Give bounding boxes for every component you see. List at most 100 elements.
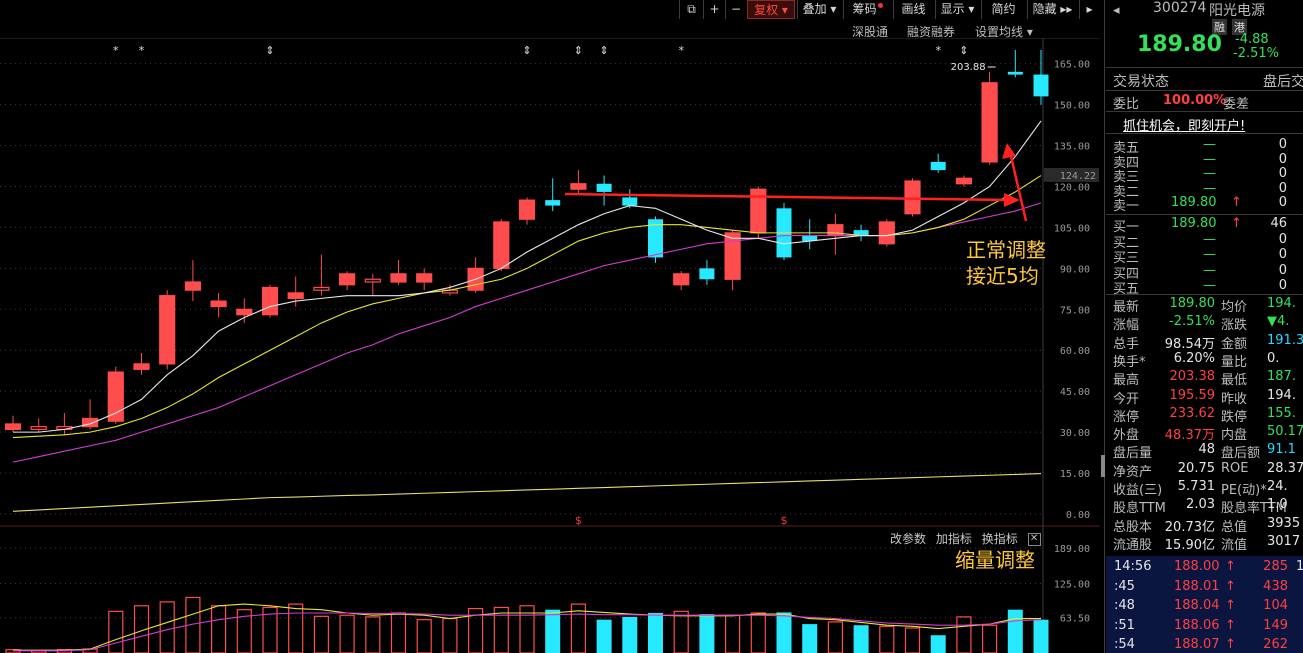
candle-body-up — [313, 286, 330, 291]
volume-bar-down — [776, 612, 792, 653]
stat-label: 均价 — [1221, 300, 1248, 315]
volume-bar-down — [930, 635, 946, 653]
toolbar-button-1[interactable]: + — [703, 0, 725, 19]
stat-label: 最低 — [1221, 373, 1248, 389]
tick-price: 188.00 — [1174, 559, 1220, 574]
toolbar-button-label: 筹码 — [852, 2, 877, 16]
volume-bar-up — [211, 605, 227, 653]
annotation-arrowhead-up — [1002, 143, 1016, 159]
open-account-link[interactable]: 抓住机会，即刻开户! — [1123, 115, 1245, 134]
price-tick-label: 45.00 — [1060, 387, 1090, 398]
price-tick-label: 165.00 — [1054, 60, 1090, 71]
up-arrow-icon: ↑ — [1225, 637, 1236, 652]
event-marker-icon: * — [113, 44, 119, 57]
switch-indicator-button[interactable]: 换指标 — [982, 532, 1018, 546]
event-marker-icon: * — [678, 44, 684, 57]
volume-bar-up — [673, 610, 689, 653]
stat-label: 最新 — [1113, 300, 1140, 315]
toolbar-button-5[interactable]: 筹码 — [843, 0, 891, 19]
toolbar-button-8[interactable]: 简约 — [981, 0, 1025, 19]
candle-body-up-fill — [570, 183, 586, 190]
stat-value: 195.59 — [1169, 387, 1216, 403]
candle-body-up-fill — [236, 309, 252, 315]
stock-name: 阳光电源 — [1209, 3, 1265, 19]
add-indicator-button[interactable]: 加指标 — [936, 532, 972, 546]
stat-label: 最高 — [1113, 373, 1140, 389]
candle-body-up-fill — [211, 301, 227, 307]
volume-bar-up — [493, 606, 509, 653]
candle-body-down — [545, 200, 561, 206]
toolbar-button-7[interactable]: 显示 ▾ — [935, 0, 979, 19]
sell-level-price: — — [1203, 137, 1216, 152]
stat-value: 3935 — [1267, 515, 1301, 531]
price-tick-label: 75.00 — [1060, 305, 1090, 316]
annotation-adjust: 正常调整 接近5均 — [966, 237, 1046, 289]
volume-tick-label: 125.00 — [1054, 580, 1090, 591]
tick-time: :48 — [1114, 598, 1135, 613]
last-price: 189.80 — [1137, 32, 1222, 57]
tick-volume: 285 — [1263, 559, 1288, 574]
stat-value: 6.20% — [1173, 350, 1215, 366]
candle-body-down — [930, 161, 946, 171]
sell-level-volume: 0 — [1278, 180, 1287, 196]
volume-bar-up — [442, 617, 458, 653]
candle-body-up-fill — [339, 273, 355, 285]
toolbar-button-label: 简约 — [991, 2, 1016, 16]
stat-label: 换手* — [1113, 354, 1146, 370]
buy-level-volume: 0 — [1278, 262, 1287, 278]
candle-body-up-fill — [493, 221, 509, 269]
dividend-marker-icon: $ — [781, 514, 788, 527]
candle-body-up-fill — [956, 178, 972, 184]
price-tick-label: 120.00 — [1054, 182, 1090, 193]
stat-value: 189.80 — [1169, 296, 1216, 311]
volume-bar-up — [956, 616, 972, 653]
trade-status-label: 交易状态 — [1113, 74, 1169, 90]
stat-label: 外盘 — [1113, 428, 1140, 444]
stat-label: 今开 — [1113, 391, 1140, 407]
candle-body-up-fill — [879, 221, 895, 244]
tick-price: 188.06 — [1174, 617, 1220, 633]
buy-level-volume: 46 — [1270, 216, 1287, 231]
tick-price: 188.01 — [1174, 578, 1220, 594]
toolbar-button-3[interactable]: 复权 ▾ — [747, 0, 795, 19]
volume-bar-down — [648, 613, 663, 653]
stat-label: 涨停 — [1113, 409, 1140, 425]
annotation-volume: 缩量调整 — [955, 548, 1035, 572]
tick-list[interactable]: 14:56 188.00 ↑ 285 1:45 188.01 ↑ 438:48 188.04 ↑ 1… — [1106, 556, 1303, 653]
stat-value: 194. — [1267, 387, 1296, 403]
sell-level-price: — — [1203, 166, 1216, 181]
panel-collapse-handle[interactable] — [1101, 455, 1105, 477]
stat-value: 98.54万 — [1164, 336, 1215, 352]
tick-volume: 149 — [1263, 617, 1288, 633]
stat-label: 昨收 — [1221, 391, 1248, 407]
stat-value: 191.37 — [1267, 332, 1303, 348]
toolbar-button-4[interactable]: 叠加 ▾ — [797, 0, 841, 19]
price-tick-label: 135.00 — [1054, 142, 1090, 153]
volume-bar-up — [879, 625, 895, 653]
volume-bar-down — [596, 619, 612, 653]
volume-ma-yellow-line — [13, 603, 1041, 651]
stat-label: 净资产 — [1113, 464, 1153, 480]
buy-level-volume: 0 — [1278, 231, 1287, 247]
stat-label: 盘后额 — [1221, 446, 1261, 462]
toolbar-button-10[interactable]: ▸ — [1079, 0, 1099, 19]
tick-time: :51 — [1114, 617, 1135, 633]
toolbar-button-6[interactable]: 画线 — [893, 0, 933, 19]
edit-params-button[interactable]: 改参数 — [890, 532, 926, 546]
volume-bar-down — [622, 616, 638, 653]
candle-body-down — [699, 268, 715, 280]
candle-body-down — [1007, 71, 1023, 75]
buy-level-volume: 0 — [1278, 278, 1287, 293]
close-icon[interactable]: ✕ — [1027, 533, 1041, 546]
volume-bar-up — [288, 603, 304, 653]
candle-body-up-fill — [262, 287, 278, 315]
toolbar-button-0[interactable]: ⧉ — [679, 0, 703, 19]
candle-body-up-fill — [185, 282, 201, 291]
toolbar-button-2[interactable]: − — [725, 0, 746, 19]
volume-bar-down — [1033, 619, 1049, 653]
price-tick-label: 105.00 — [1054, 223, 1090, 234]
back-arrow-icon[interactable]: ◂ — [1113, 3, 1120, 18]
price-chart[interactable]: 165.00 150.00 135.00 120.00 105.00 90.00 75.00… — [0, 38, 1100, 528]
toolbar-button-9[interactable]: 隐藏 ▸▸ — [1027, 0, 1077, 19]
candle-body-up — [364, 278, 381, 283]
